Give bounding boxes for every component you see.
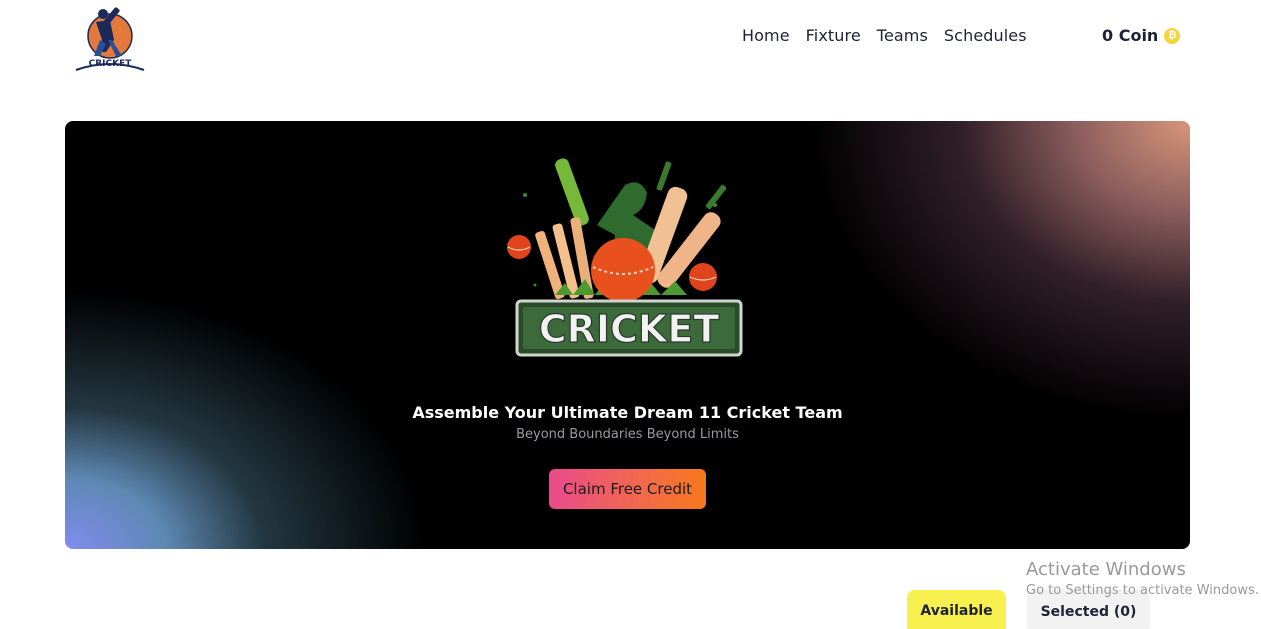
available-tab-button[interactable]: Available xyxy=(907,590,1006,629)
cricket-logo[interactable]: CRICKET xyxy=(72,0,148,76)
claim-free-credit-button[interactable]: Claim Free Credit xyxy=(549,469,706,509)
activate-windows-title: Activate Windows xyxy=(1026,559,1186,580)
activate-windows-subtitle: Go to Settings to activate Windows. xyxy=(1026,583,1259,598)
coin-balance-label: 0 Coin xyxy=(1102,26,1159,45)
hero-title: Assemble Your Ultimate Dream 11 Cricket … xyxy=(412,403,843,422)
svg-text:CRICKET: CRICKET xyxy=(539,307,720,351)
coin-balance: 0 Coin ₿ xyxy=(1102,26,1181,45)
nav-schedules[interactable]: Schedules xyxy=(944,26,1027,45)
nav-fixture[interactable]: Fixture xyxy=(806,26,861,45)
cricket-emblem-image: CRICKET xyxy=(507,158,743,357)
hero-banner: CRICKET Assemble Your Ultimate Dream 11 … xyxy=(65,121,1190,549)
nav-home[interactable]: Home xyxy=(742,26,790,45)
hero-subtitle: Beyond Boundaries Beyond Limits xyxy=(516,427,739,442)
nav-teams[interactable]: Teams xyxy=(877,26,928,45)
main-nav: Home Fixture Teams Schedules xyxy=(742,26,1027,45)
svg-text:CRICKET: CRICKET xyxy=(89,59,133,69)
coin-icon: ₿ xyxy=(1164,27,1181,44)
